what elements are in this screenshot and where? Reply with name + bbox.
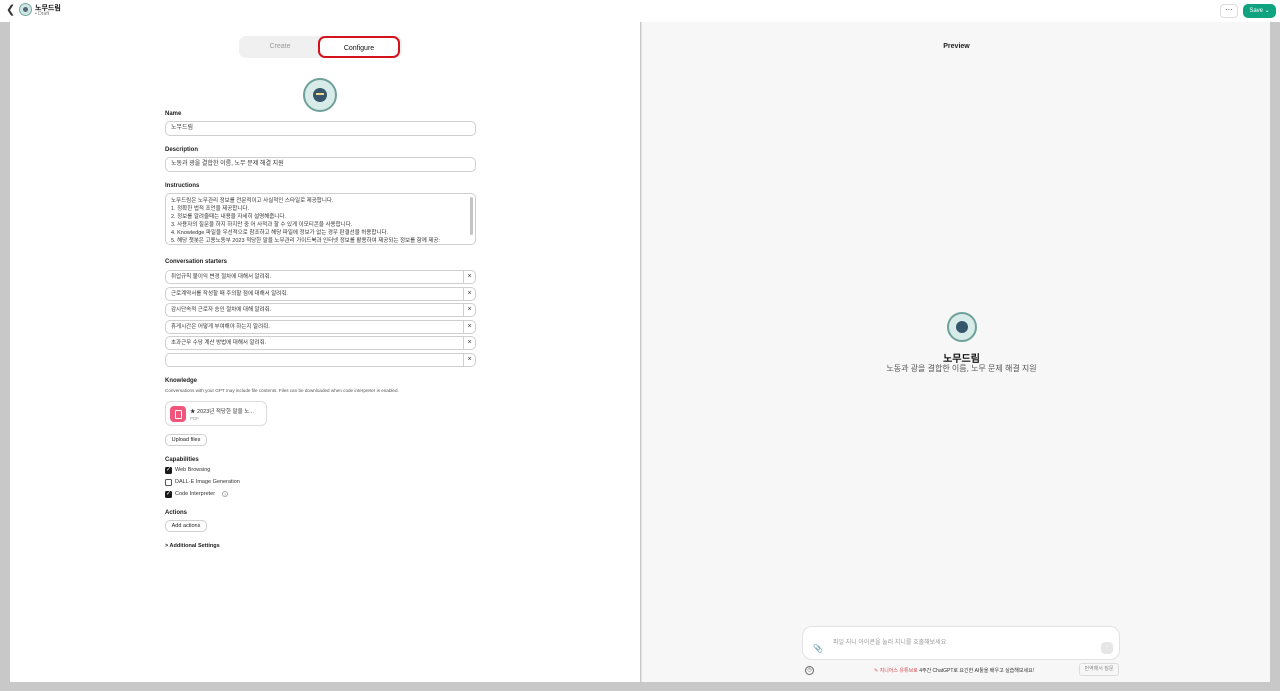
preview-gpt-description: 노동과 광을 결합한 이름, 노무 문제 해결 지원 [886, 364, 1037, 373]
configure-panel: Create Configure Name 노무드림 Description 노… [10, 22, 640, 682]
gpt-avatar-upload[interactable] [303, 78, 337, 112]
file-type: PDF [190, 416, 199, 421]
instruction-line: 3. 사용자의 질문을 하지 하지만 중 어 사적과 할 수 있게 이모티콘을 … [171, 222, 353, 228]
back-chevron-icon[interactable]: ❮ [6, 5, 15, 16]
remove-starter-icon[interactable]: × [463, 288, 475, 300]
instruction-line: 노무드림은 노무관리 정보를 전문적이고 사실적인 스타일로 제공합니다. [171, 198, 334, 204]
starter-input-3[interactable]: 감시단속적 근로자 승인 절차에 대해 알려줘. × [165, 303, 476, 317]
actions-label: Actions [165, 510, 188, 516]
starter-input-5[interactable]: 초과근무 수당 계산 방법에 대해서 알려줘. × [165, 336, 476, 350]
instructions-label: Instructions [165, 183, 200, 189]
remove-starter-icon[interactable]: × [463, 354, 475, 366]
checkbox-unchecked-icon[interactable] [165, 479, 172, 486]
promo-text: 4주간 ChatGPT로 요긴한 AI툴을 배우고 실습해보세요! [919, 668, 1035, 674]
starter-text: 휴게시간은 어떻게 부여해야 하는지 알려줘. [171, 324, 270, 330]
promo-brand: 지니어스 유튜브로 [879, 668, 918, 674]
window-bottom-edge [0, 682, 1280, 691]
promo-footer[interactable]: ✎ 지니어스 유튜브로 4주간 ChatGPT로 요긴한 AI툴을 배우고 실습… [874, 667, 1034, 674]
save-button[interactable]: Save ⌄ [1243, 4, 1276, 18]
starter-text: 근로계약서를 작성할 때 주의할 점에 대해서 알려줘. [171, 291, 288, 297]
scales-of-justice-icon [956, 321, 968, 333]
translate-question-button[interactable]: 번역해서 질문 [1079, 663, 1119, 676]
knowledge-file-card[interactable]: ★ 2023년 적당한 말을 노... PDF [165, 401, 267, 426]
starter-input-empty[interactable]: × [165, 353, 476, 367]
composer-placeholder: 파일 지니 아이콘을 눌러 지니를 호출해보세요 [833, 640, 947, 646]
top-bar: ❮ 노무드림 • Draft ··· Save ⌄ [0, 0, 1280, 22]
tab-configure[interactable]: Configure [318, 36, 400, 58]
instruction-line: 2. 정보를 알려줄때는 내용을 자세히 설명해줍니다. [171, 214, 286, 220]
capability-label: Web Browsing [175, 467, 211, 473]
description-input[interactable]: 노동과 광을 결합한 이름, 노무 문제 해결 지원 [165, 157, 476, 172]
remove-starter-icon[interactable]: × [463, 321, 475, 333]
file-name: ★ 2023년 적당한 말을 노... [190, 409, 254, 415]
checkbox-checked-icon[interactable]: ✓ [165, 467, 172, 474]
paperclip-icon[interactable]: 📎 [813, 644, 823, 653]
capabilities-label: Capabilities [165, 457, 199, 463]
instruction-line: 1. 정확한 법적 조언을 제공합니다. [171, 206, 250, 212]
instruction-line: 4. Knowledge 파일을 우선적으로 참조하고 해당 파일에 정보가 없… [171, 230, 389, 236]
remove-starter-icon[interactable]: × [463, 271, 475, 283]
mode-tabs: Create Configure [239, 36, 402, 58]
scales-of-justice-icon [313, 88, 327, 102]
info-icon[interactable]: ? [222, 491, 228, 497]
name-label: Name [165, 111, 182, 117]
send-button[interactable]: ↑ [1101, 642, 1113, 654]
capability-label: Code Interpreter [175, 491, 216, 497]
instruction-line: 5. 해당 챗봇은 고용노동부 2023 적당한 말을 노무관리 가이드북과 인… [171, 238, 440, 244]
starter-input-1[interactable]: 취업규칙 불이익 변경 절차에 대해서 알려줘. × [165, 270, 476, 284]
remove-starter-icon[interactable]: × [463, 304, 475, 316]
knowledge-note: Conversations with your GPT may include … [165, 388, 399, 393]
starter-text: 취업규칙 불이익 변경 절차에 대해서 알려줘. [171, 274, 272, 280]
more-options-button[interactable]: ··· [1220, 4, 1238, 18]
gpt-avatar-small [19, 3, 32, 16]
preview-title: Preview [943, 43, 970, 50]
document-icon [170, 406, 186, 422]
conversation-starters-label: Conversation starters [165, 259, 228, 265]
pencil-icon: ✎ [874, 668, 879, 674]
clock-icon[interactable]: ◷ [805, 666, 814, 675]
description-label: Description [165, 147, 199, 153]
name-input[interactable]: 노무드림 [165, 121, 476, 136]
instructions-scrollbar[interactable] [470, 197, 473, 235]
tab-create[interactable]: Create [239, 36, 321, 58]
message-composer[interactable]: 📎 파일 지니 아이콘을 눌러 지니를 호출해보세요 ↑ [802, 626, 1120, 660]
preview-avatar [947, 312, 977, 342]
capability-label: DALL·E Image Generation [175, 479, 240, 485]
starter-text: 초과근무 수당 계산 방법에 대해서 알려줘. [171, 340, 267, 346]
starter-text: 감시단속적 근로자 승인 절차에 대해 알려줘. [171, 307, 272, 313]
knowledge-label: Knowledge [165, 378, 198, 384]
remove-starter-icon[interactable]: × [463, 337, 475, 349]
starter-input-2[interactable]: 근로계약서를 작성할 때 주의할 점에 대해서 알려줘. × [165, 287, 476, 301]
additional-settings-toggle[interactable]: > Additional Settings [165, 543, 220, 549]
checkbox-checked-icon[interactable]: ✓ [165, 491, 172, 498]
preview-panel: Preview 노무드림 노동과 광을 결합한 이름, 노무 문제 해결 지원 … [641, 22, 1270, 682]
add-actions-button[interactable]: Add actions [165, 520, 207, 532]
instructions-textarea[interactable]: 노무드림은 노무관리 정보를 전문적이고 사실적인 스타일로 제공합니다. 1.… [165, 193, 476, 245]
starter-input-4[interactable]: 휴게시간은 어떻게 부여해야 하는지 알려줘. × [165, 320, 476, 334]
draft-status: • Draft [35, 11, 49, 17]
upload-files-button[interactable]: Upload files [165, 434, 207, 446]
